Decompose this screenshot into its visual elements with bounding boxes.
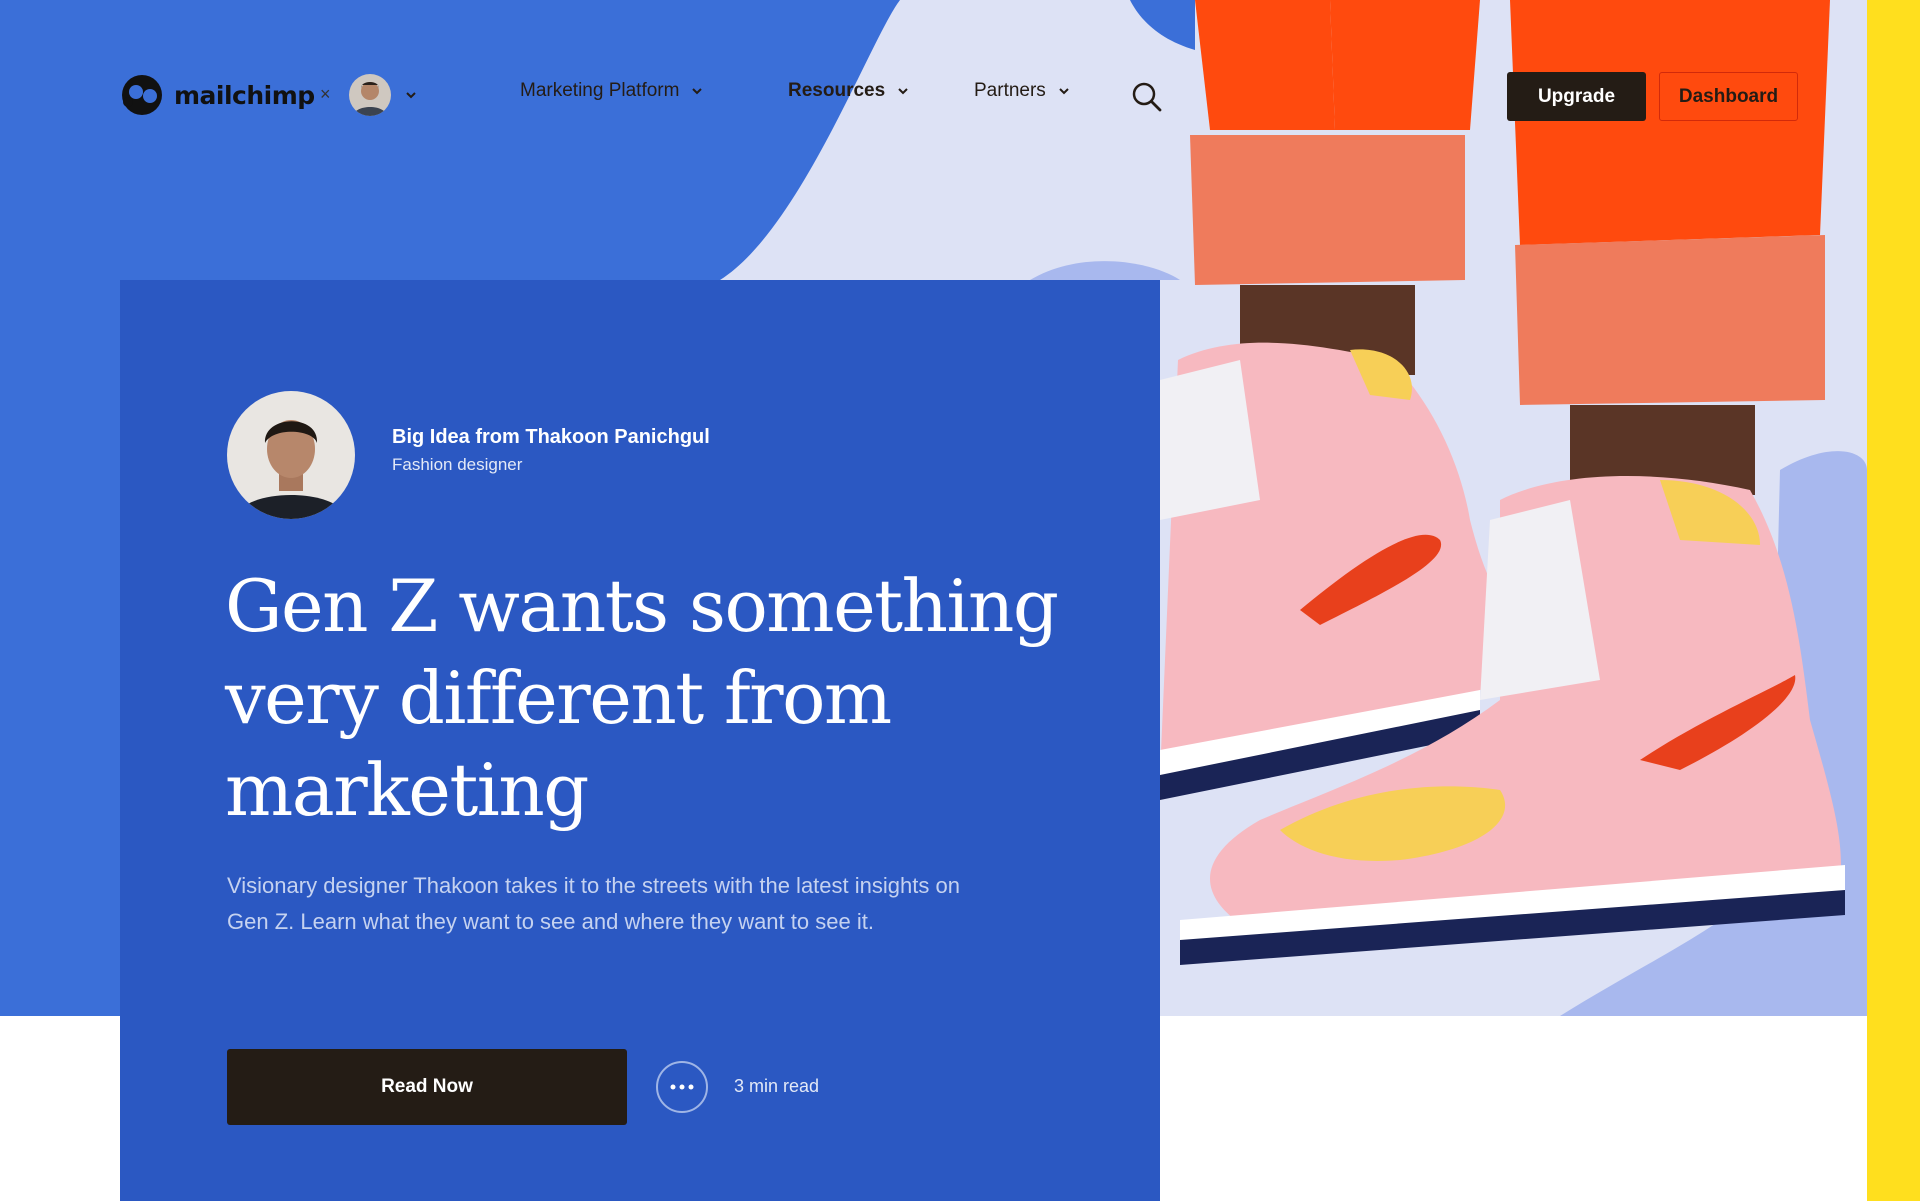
mailchimp-logo[interactable]: mailchimp	[118, 70, 315, 120]
logo-wordmark: mailchimp	[174, 80, 315, 110]
chevron-down-icon	[1059, 88, 1069, 95]
nav-resources[interactable]: Resources	[788, 80, 909, 102]
nav-partners-label: Partners	[974, 80, 1046, 101]
brand-separator: ×	[320, 84, 331, 104]
upgrade-button[interactable]: Upgrade	[1507, 72, 1646, 121]
chevron-down-icon	[898, 88, 908, 95]
nav-marketing-platform-label: Marketing Platform	[520, 80, 680, 101]
nav-marketing-platform[interactable]: Marketing Platform	[520, 80, 703, 102]
read-time-label: 3 min read	[734, 1076, 820, 1096]
search-icon[interactable]	[1130, 80, 1164, 114]
author-portrait-icon	[227, 391, 355, 519]
hero-card: Big Idea from Thakoon Panichgul Fashion …	[120, 280, 1160, 1201]
author-role: Fashion designer	[392, 455, 523, 474]
author-avatar	[227, 391, 355, 519]
more-options-icon	[670, 1084, 694, 1090]
hero-headline: Gen Z wants something very different fro…	[225, 564, 1059, 832]
hero-summary: Visionary designer Thakoon takes it to t…	[227, 873, 960, 934]
read-now-button[interactable]: Read Now	[227, 1049, 627, 1125]
chevron-down-icon	[692, 88, 703, 95]
nav-partners[interactable]: Partners	[974, 80, 1070, 102]
partner-avatar[interactable]	[349, 74, 391, 116]
yellow-side-strip	[1867, 0, 1920, 1201]
author-name: Big Idea from Thakoon Panichgul	[392, 426, 710, 448]
chevron-down-icon[interactable]	[404, 88, 418, 102]
partner-portrait-icon	[349, 74, 391, 116]
chimp-logo-icon	[122, 75, 162, 115]
nav-resources-label: Resources	[788, 80, 886, 101]
dashboard-button[interactable]: Dashboard	[1659, 72, 1798, 121]
more-options-button[interactable]	[656, 1061, 708, 1113]
site-header: mailchimp × Marketing Platform Resources…	[0, 0, 1867, 190]
